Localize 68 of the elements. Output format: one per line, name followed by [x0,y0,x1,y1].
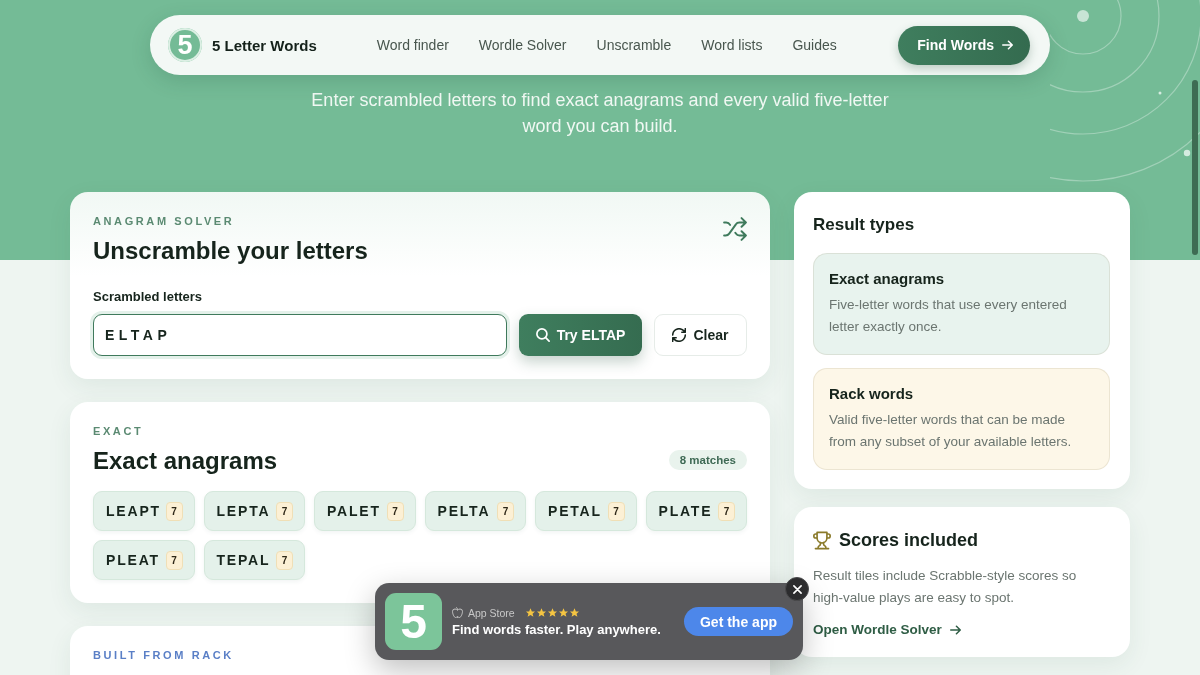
open-solver-link[interactable]: Open Wordle Solver [813,622,961,637]
word-tile[interactable]: TEPAL 7 [203,540,305,580]
star-icon [547,608,557,617]
close-icon [792,584,802,594]
word-tile[interactable]: PELTA 7 [424,491,526,531]
tile-score: 7 [497,501,514,521]
tile-score: 7 [386,501,404,521]
nav-link[interactable]: Unscramble [596,37,672,53]
word-tile[interactable]: PLATE 7 [645,491,747,531]
word-tile[interactable]: LEAPT 7 [93,491,195,531]
word-tile[interactable]: PALET 7 [314,491,416,531]
search-icon [535,328,550,342]
tile-word: PLEAT [106,552,160,568]
apple-icon [452,607,463,618]
result-type-description: Five-letter words that use every entered letter exactly once. [829,296,1068,336]
tile-word: LEAPT [106,503,161,519]
close-button[interactable] [785,577,809,601]
letters-input-field[interactable]: ELTAP [93,314,507,356]
card-title: Unscramble your letters [93,236,368,266]
hero-subtitle: Enter scrambled letters to find exact anagrams and every valid five-letter word you can build. [310,89,890,138]
scores-description: Result tiles include Scrabble-style scores so high-value plays are easy to spot. [813,567,1078,607]
word-tile[interactable]: PETAL 7 [535,491,637,531]
word-tile[interactable]: LEPTA 7 [203,491,305,531]
match-count-badge: 8 matches [668,450,747,470]
card-title: Exact anagrams [93,446,278,476]
tile-word: PELTA [437,503,491,519]
tile-score: 7 [718,501,735,521]
tile-score: 7 [165,550,183,570]
store-name: App Store [468,606,515,619]
star-icon [558,608,568,617]
nav-link[interactable]: Guides [792,37,837,53]
star-icon [536,608,546,617]
tile-word: PLATE [658,503,713,519]
star-icon [525,608,535,617]
result-type-title: Rack words [829,384,915,404]
try-button[interactable]: Try ELTAP [519,314,642,356]
arrow-right-icon [1002,40,1013,50]
tile-score: 7 [276,550,293,570]
nav-link[interactable]: Word lists [701,37,763,53]
field-label: Scrambled letters [93,289,204,305]
arrow-right-icon [949,624,961,635]
tile-word: TEPAL [216,552,271,568]
get-app-button[interactable]: Get the app [684,607,793,636]
tile-word: PALET [327,503,381,519]
card-title: Result types [813,214,916,236]
nav-link[interactable]: Wordle Solver [478,37,567,53]
scrollbar-thumb[interactable] [1192,80,1198,255]
shuffle-icon [723,217,747,241]
tile-score: 7 [276,501,293,521]
card-title: Scores included [839,529,979,551]
result-type-description: Valid five-letter words that can be made from any subset of your available letters. [829,411,1073,451]
tile-score: 7 [165,501,183,521]
banner-tagline: Find words faster. Play anywhere. [452,621,661,637]
section-eyebrow: BUILT FROM RACK [93,648,235,662]
nav-link[interactable]: Word finder [376,37,449,53]
trophy-icon [813,530,831,550]
find-words-button[interactable]: Find Words [898,25,1030,65]
section-eyebrow: EXACT [93,424,145,438]
tile-word: PETAL [548,503,602,519]
tile-word: LEPTA [216,503,271,519]
star-icon [569,608,579,617]
clear-button[interactable]: Clear [654,314,747,356]
refresh-icon [672,328,687,342]
tile-score: 7 [607,501,625,521]
result-type-title: Exact anagrams [829,269,946,289]
section-eyebrow: ANAGRAM SOLVER [93,214,236,228]
word-tile[interactable]: PLEAT 7 [93,540,195,580]
brand-name[interactable]: 5 Letter Words [212,36,317,54]
